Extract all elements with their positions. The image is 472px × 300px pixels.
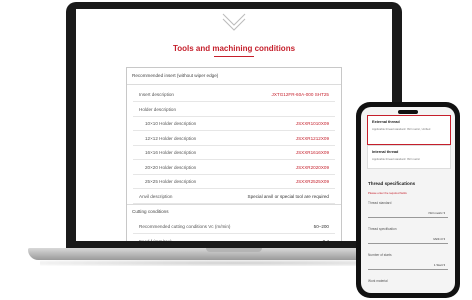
- phone-screen: External thread Applicable thread standa…: [361, 107, 455, 293]
- field-label: Number of starts: [368, 253, 392, 257]
- card-title: External thread: [372, 120, 400, 124]
- section-header: Recommended insert (without wiper edge): [132, 73, 219, 78]
- insert-row: 16×16 Holder description JSXXR1616X09: [133, 146, 335, 160]
- results-panel: Recommended insert (without wiper edge) …: [126, 67, 342, 241]
- cutting-row: Recommended cutting conditions Vc (m/min…: [133, 220, 335, 234]
- field-label: Thread specification: [368, 227, 397, 231]
- row-value: 50–200: [313, 224, 329, 229]
- card-subtitle: Applicable thread standard: ISO metric: [372, 157, 421, 161]
- row-label: Recommended cutting conditions Vc (m/min…: [139, 224, 231, 229]
- starts-select[interactable]: 1 Start ▾: [434, 263, 445, 267]
- thread-type-card-internal[interactable]: Internal thread Applicable thread standa…: [367, 145, 451, 169]
- laptop-screen: Tools and machining conditions Recommend…: [76, 9, 392, 241]
- select-underline: [368, 243, 448, 244]
- row-label: Feed f (mm/rev): [139, 238, 172, 242]
- required-note: Please enter the required fields: [368, 191, 407, 195]
- row-label: Holder description: [139, 106, 177, 112]
- row-label: Anvil description: [139, 193, 173, 199]
- thread-spec-title: Thread specifications: [368, 181, 416, 186]
- insert-row: 10×10 Holder description JSXXR1010X09: [133, 117, 335, 131]
- row-value[interactable]: JSXXR1212X09: [296, 136, 329, 141]
- field-label: Thread standard: [368, 201, 392, 205]
- select-underline: [368, 269, 448, 270]
- row-value: 0.4: [322, 238, 329, 242]
- row-label: 16×16 Holder description: [145, 150, 197, 155]
- laptop-notch: [206, 248, 262, 252]
- title-underline: [214, 56, 254, 57]
- row-label: 10×10 Holder description: [145, 121, 197, 126]
- insert-row: Anvil description Special anvil or specia…: [133, 190, 335, 204]
- card-title: Internal thread: [372, 150, 399, 154]
- row-label: 20×20 Holder description: [145, 164, 197, 170]
- row-value: JXTG12FR-60A-000 SHT25: [271, 92, 329, 97]
- panel-header: Recommended insert (without wiper edge): [127, 68, 341, 85]
- row-value[interactable]: JSXXR1010X09: [296, 121, 329, 126]
- field-label: Work material: [368, 279, 388, 283]
- thread-type-card-external[interactable]: External thread Applicable thread standa…: [367, 115, 451, 145]
- page-title: Tools and machining conditions: [172, 44, 296, 53]
- insert-row: Holder description: [133, 103, 335, 117]
- insert-row: 12×12 Holder description JSXXR1212X09: [133, 132, 335, 146]
- card-subtitle: Applicable thread standard: ISO metric, …: [372, 127, 431, 131]
- row-label: 12×12 Holder description: [145, 135, 197, 141]
- insert-row: 25×25 Holder description JSXXR2525X09: [133, 175, 335, 189]
- insert-row: 20×20 Holder description JSXXR2020X09: [133, 161, 335, 175]
- cutting-row: Feed f (mm/rev) 0.4: [133, 235, 335, 242]
- row-value[interactable]: JSXXR2525X09: [296, 179, 329, 184]
- cutting-header: Cutting conditions: [132, 209, 169, 214]
- divider: [127, 204, 341, 205]
- phone-camera: [398, 110, 418, 114]
- select-underline: [368, 217, 448, 218]
- insert-row: Insert description JXTG12FR-60A-000 SHT25: [133, 88, 335, 102]
- thread-spec-select[interactable]: M24×3 ▾: [433, 237, 445, 241]
- row-label: Insert description: [139, 92, 174, 97]
- chevron-down-icon[interactable]: [221, 11, 247, 31]
- thread-standard-select[interactable]: ISO metric ▾: [428, 211, 445, 215]
- row-value: Special anvil or special tool are requir…: [247, 193, 329, 199]
- row-value[interactable]: JSXXR1616X09: [296, 150, 329, 155]
- row-value[interactable]: JSXXR2020X09: [296, 165, 329, 170]
- row-label: 25×25 Holder description: [145, 179, 197, 184]
